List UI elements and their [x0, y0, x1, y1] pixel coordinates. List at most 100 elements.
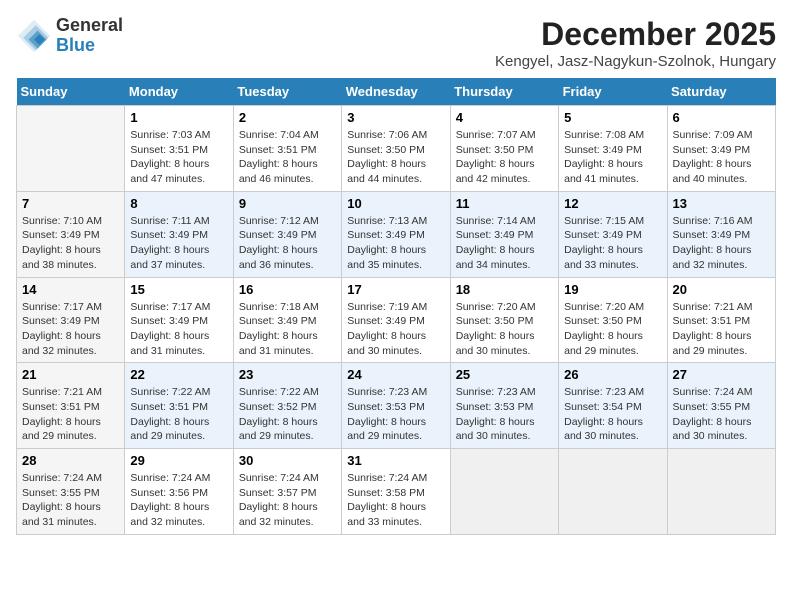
calendar-cell: 22Sunrise: 7:22 AMSunset: 3:51 PMDayligh… — [125, 363, 233, 449]
calendar-cell — [667, 449, 775, 535]
day-info: Sunrise: 7:23 AMSunset: 3:54 PMDaylight:… — [564, 385, 661, 444]
calendar-cell: 20Sunrise: 7:21 AMSunset: 3:51 PMDayligh… — [667, 277, 775, 363]
calendar-cell: 17Sunrise: 7:19 AMSunset: 3:49 PMDayligh… — [342, 277, 450, 363]
day-number: 3 — [347, 110, 444, 125]
day-info: Sunrise: 7:21 AMSunset: 3:51 PMDaylight:… — [673, 300, 770, 359]
calendar-cell: 29 Sunrise: 7:24 AMSunset: 3:56 PMDayligh… — [125, 449, 233, 535]
calendar-cell: 9Sunrise: 7:12 AMSunset: 3:49 PMDaylight… — [233, 191, 341, 277]
calendar-cell: 18 Sunrise: 7:20 AMSunset: 3:50 PMDayligh… — [450, 277, 558, 363]
day-info: Sunrise: 7:08 AMSunset: 3:49 PMDaylight:… — [564, 128, 661, 187]
day-info: Sunrise: 7:22 AMSunset: 3:52 PMDaylight:… — [239, 385, 336, 444]
day-number: 13 — [673, 196, 770, 211]
day-number: 29 — [130, 453, 227, 468]
day-info: Sunrise: 7:14 AMSunset: 3:49 PMDaylight:… — [456, 214, 553, 273]
calendar-week-1: 1 Sunrise: 7:03 AMSunset: 3:51 PMDaylight… — [17, 106, 776, 192]
day-info: Sunrise: 7:21 AMSunset: 3:51 PMDaylight:… — [22, 385, 119, 444]
day-info: Sunrise: 7:07 AMSunset: 3:50 PMDaylight:… — [456, 128, 553, 187]
calendar-week-4: 21 Sunrise: 7:21 AMSunset: 3:51 PMDayligh… — [17, 363, 776, 449]
day-info: Sunrise: 7:10 AMSunset: 3:49 PMDaylight:… — [22, 214, 119, 273]
day-info: Sunrise: 7:22 AMSunset: 3:51 PMDaylight:… — [130, 385, 227, 444]
calendar-table: SundayMondayTuesdayWednesdayThursdayFrid… — [16, 78, 776, 535]
day-number: 4 — [456, 110, 553, 125]
calendar-cell: 5 Sunrise: 7:08 AMSunset: 3:49 PMDaylight… — [559, 106, 667, 192]
day-number: 28 — [22, 453, 119, 468]
day-info: Sunrise: 7:23 AMSunset: 3:53 PMDaylight:… — [347, 385, 444, 444]
logo-general-text: General — [56, 16, 123, 36]
calendar-cell: 23 Sunrise: 7:22 AMSunset: 3:52 PMDayligh… — [233, 363, 341, 449]
calendar-cell — [559, 449, 667, 535]
day-number: 27 — [673, 367, 770, 382]
calendar-cell: 30Sunrise: 7:24 AMSunset: 3:57 PMDayligh… — [233, 449, 341, 535]
day-number: 12 — [564, 196, 661, 211]
day-info: Sunrise: 7:17 AMSunset: 3:49 PMDaylight:… — [22, 300, 119, 359]
day-info: Sunrise: 7:20 AMSunset: 3:50 PMDaylight:… — [456, 300, 553, 359]
day-info: Sunrise: 7:16 AMSunset: 3:49 PMDaylight:… — [673, 214, 770, 273]
calendar-week-3: 14 Sunrise: 7:17 AMSunset: 3:49 PMDayligh… — [17, 277, 776, 363]
calendar-cell: 4 Sunrise: 7:07 AMSunset: 3:50 PMDaylight… — [450, 106, 558, 192]
day-info: Sunrise: 7:11 AMSunset: 3:49 PMDaylight:… — [130, 214, 227, 273]
day-info: Sunrise: 7:24 AMSunset: 3:55 PMDaylight:… — [673, 385, 770, 444]
calendar-week-5: 28 Sunrise: 7:24 AMSunset: 3:55 PMDayligh… — [17, 449, 776, 535]
day-info: Sunrise: 7:09 AMSunset: 3:49 PMDaylight:… — [673, 128, 770, 187]
header-day-monday: Monday — [125, 78, 233, 106]
calendar-week-2: 7 Sunrise: 7:10 AMSunset: 3:49 PMDaylight… — [17, 191, 776, 277]
day-info: Sunrise: 7:18 AMSunset: 3:49 PMDaylight:… — [239, 300, 336, 359]
calendar-cell: 31 Sunrise: 7:24 AMSunset: 3:58 PMDayligh… — [342, 449, 450, 535]
calendar-cell: 14 Sunrise: 7:17 AMSunset: 3:49 PMDayligh… — [17, 277, 125, 363]
day-number: 31 — [347, 453, 444, 468]
header-day-friday: Friday — [559, 78, 667, 106]
day-number: 11 — [456, 196, 553, 211]
calendar-cell: 8 Sunrise: 7:11 AMSunset: 3:49 PMDaylight… — [125, 191, 233, 277]
day-info: Sunrise: 7:13 AMSunset: 3:49 PMDaylight:… — [347, 214, 444, 273]
day-info: Sunrise: 7:17 AMSunset: 3:49 PMDaylight:… — [130, 300, 227, 359]
day-number: 8 — [130, 196, 227, 211]
logo-icon — [16, 18, 52, 54]
day-number: 23 — [239, 367, 336, 382]
day-info: Sunrise: 7:24 AMSunset: 3:58 PMDaylight:… — [347, 471, 444, 530]
day-number: 24 — [347, 367, 444, 382]
day-info: Sunrise: 7:24 AMSunset: 3:55 PMDaylight:… — [22, 471, 119, 530]
calendar-cell: 15 Sunrise: 7:17 AMSunset: 3:49 PMDayligh… — [125, 277, 233, 363]
calendar-cell — [17, 106, 125, 192]
day-info: Sunrise: 7:20 AMSunset: 3:50 PMDaylight:… — [564, 300, 661, 359]
day-number: 19 — [564, 282, 661, 297]
logo-blue-text: Blue — [56, 36, 123, 56]
day-info: Sunrise: 7:03 AMSunset: 3:51 PMDaylight:… — [130, 128, 227, 187]
day-number: 14 — [22, 282, 119, 297]
day-info: Sunrise: 7:12 AMSunset: 3:49 PMDaylight:… — [239, 214, 336, 273]
day-number: 7 — [22, 196, 119, 211]
calendar-cell: 12 Sunrise: 7:15 AMSunset: 3:49 PMDayligh… — [559, 191, 667, 277]
day-number: 15 — [130, 282, 227, 297]
day-number: 21 — [22, 367, 119, 382]
day-number: 5 — [564, 110, 661, 125]
calendar-cell: 7 Sunrise: 7:10 AMSunset: 3:49 PMDaylight… — [17, 191, 125, 277]
header-day-tuesday: Tuesday — [233, 78, 341, 106]
header-day-thursday: Thursday — [450, 78, 558, 106]
calendar-cell: 27 Sunrise: 7:24 AMSunset: 3:55 PMDayligh… — [667, 363, 775, 449]
calendar-cell: 2Sunrise: 7:04 AMSunset: 3:51 PMDaylight… — [233, 106, 341, 192]
subtitle: Kengyel, Jasz-Nagykun-Szolnok, Hungary — [495, 53, 776, 70]
header-day-sunday: Sunday — [17, 78, 125, 106]
calendar-cell: 28 Sunrise: 7:24 AMSunset: 3:55 PMDayligh… — [17, 449, 125, 535]
day-number: 16 — [239, 282, 336, 297]
header-day-wednesday: Wednesday — [342, 78, 450, 106]
day-number: 1 — [130, 110, 227, 125]
calendar-cell: 21 Sunrise: 7:21 AMSunset: 3:51 PMDayligh… — [17, 363, 125, 449]
day-info: Sunrise: 7:24 AMSunset: 3:56 PMDaylight:… — [130, 471, 227, 530]
day-info: Sunrise: 7:19 AMSunset: 3:49 PMDaylight:… — [347, 300, 444, 359]
calendar-cell: 1 Sunrise: 7:03 AMSunset: 3:51 PMDaylight… — [125, 106, 233, 192]
calendar-cell: 19 Sunrise: 7:20 AMSunset: 3:50 PMDayligh… — [559, 277, 667, 363]
calendar-header-row: SundayMondayTuesdayWednesdayThursdayFrid… — [17, 78, 776, 106]
day-number: 18 — [456, 282, 553, 297]
calendar-cell: 3 Sunrise: 7:06 AMSunset: 3:50 PMDaylight… — [342, 106, 450, 192]
logo: General Blue — [16, 16, 123, 56]
day-number: 2 — [239, 110, 336, 125]
calendar-cell: 6Sunrise: 7:09 AMSunset: 3:49 PMDaylight… — [667, 106, 775, 192]
calendar-cell: 13 Sunrise: 7:16 AMSunset: 3:49 PMDayligh… — [667, 191, 775, 277]
day-info: Sunrise: 7:15 AMSunset: 3:49 PMDaylight:… — [564, 214, 661, 273]
day-number: 25 — [456, 367, 553, 382]
day-info: Sunrise: 7:06 AMSunset: 3:50 PMDaylight:… — [347, 128, 444, 187]
main-title: December 2025 — [495, 16, 776, 53]
calendar-cell: 16 Sunrise: 7:18 AMSunset: 3:49 PMDayligh… — [233, 277, 341, 363]
day-info: Sunrise: 7:23 AMSunset: 3:53 PMDaylight:… — [456, 385, 553, 444]
